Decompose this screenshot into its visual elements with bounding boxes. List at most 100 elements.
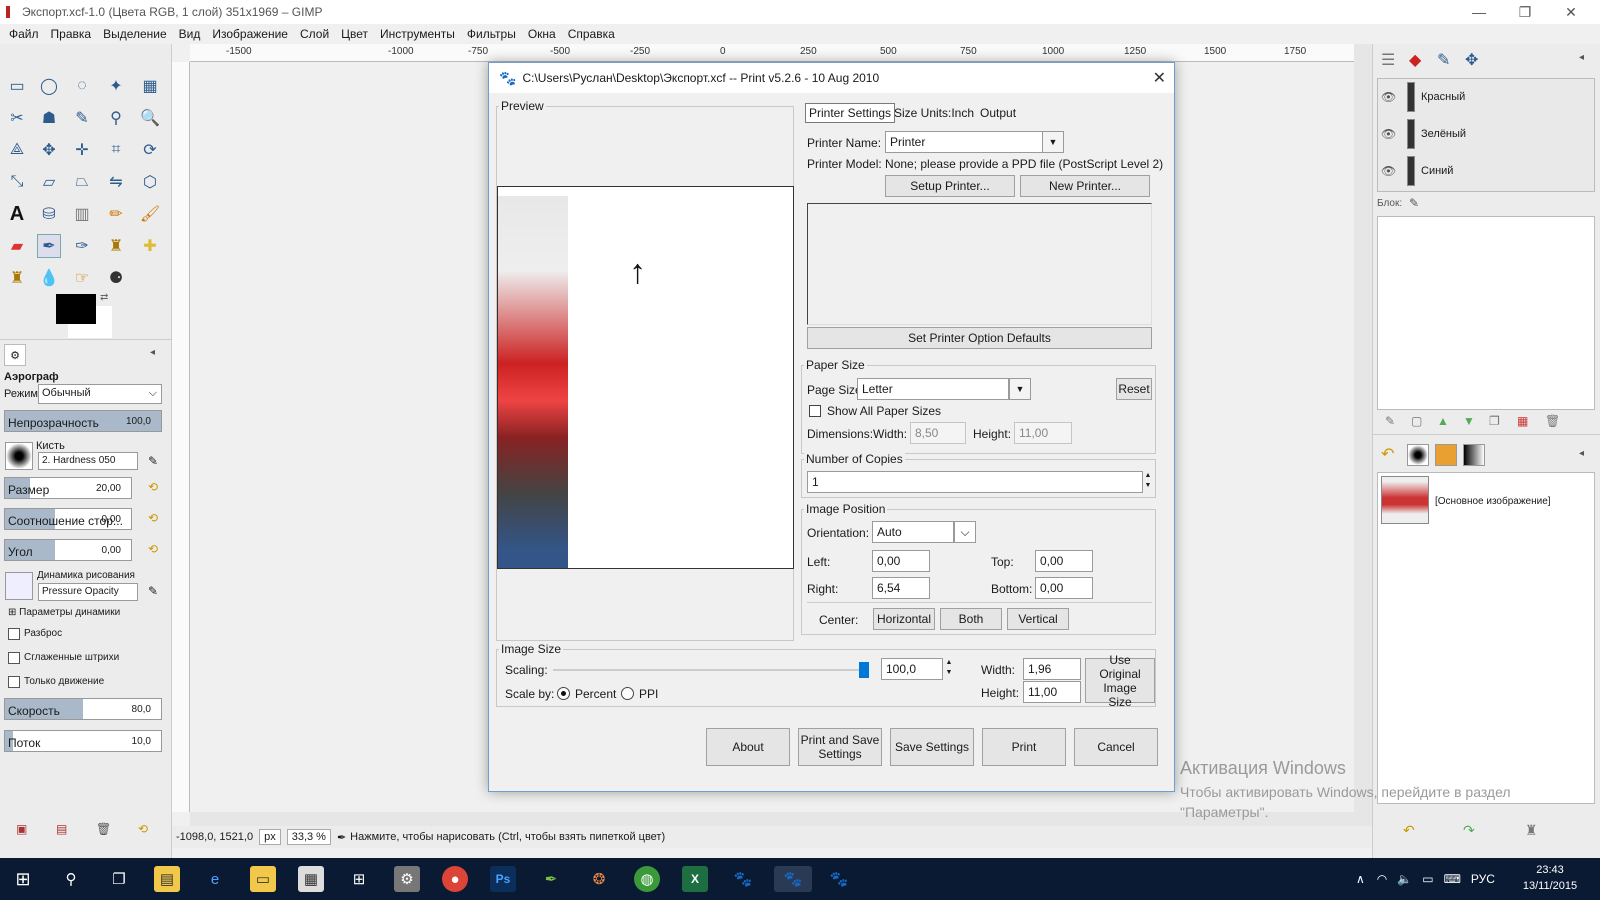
dynamics-field[interactable]: Pressure Opacity: [38, 583, 138, 601]
flow-slider[interactable]: Поток 10,0: [4, 730, 162, 752]
channel-row-blue[interactable]: 👁 Синий: [1381, 154, 1591, 188]
menu-file[interactable]: Файл: [9, 27, 39, 41]
scale-icon[interactable]: ⤡: [5, 170, 29, 194]
right-field[interactable]: 6,54: [872, 577, 930, 599]
scaling-field[interactable]: 100,0: [881, 658, 943, 680]
to-selection-icon[interactable]: ▦: [1517, 414, 1528, 428]
orientation-dropdown-icon[interactable]: ⌵: [954, 521, 976, 543]
undo-tab-icon[interactable]: ✥: [1465, 50, 1478, 70]
perspective-icon[interactable]: ⏢: [70, 170, 94, 194]
calculator-icon[interactable]: ▦: [298, 866, 324, 892]
lock-brush-icon[interactable]: ✎: [1409, 196, 1419, 210]
eye-icon[interactable]: 👁: [1381, 164, 1399, 178]
restore-options-icon[interactable]: ▤: [56, 822, 67, 836]
swap-colors-icon[interactable]: ⇄: [100, 292, 108, 303]
file-explorer-icon[interactable]: ▤: [154, 866, 180, 892]
rect-select-icon[interactable]: ▭: [5, 74, 29, 98]
cancel-button[interactable]: Cancel: [1074, 728, 1158, 766]
eye-icon[interactable]: 👁: [1381, 127, 1399, 141]
page-size-dropdown-icon[interactable]: ▼: [1009, 378, 1031, 400]
menu-filters[interactable]: Фильтры: [467, 27, 516, 41]
img-height-field[interactable]: 11,00: [1023, 681, 1081, 703]
page-size-field[interactable]: Letter: [857, 378, 1009, 400]
picasa-icon[interactable]: ❂: [586, 866, 612, 892]
paintbrush-icon[interactable]: 🖌: [138, 202, 162, 226]
menu-layer[interactable]: Слой: [300, 27, 329, 41]
edit-dynamics-icon[interactable]: ✎: [148, 584, 158, 598]
menu-windows[interactable]: Окна: [528, 27, 556, 41]
scaling-thumb[interactable]: [859, 662, 869, 678]
smudge-icon[interactable]: ☞: [70, 266, 94, 290]
panel-menu-icon[interactable]: ◂: [150, 347, 155, 358]
reset-options-icon[interactable]: ⟲: [138, 822, 148, 836]
save-options-icon[interactable]: ▣: [16, 822, 27, 836]
new-icon[interactable]: ▢: [1411, 414, 1422, 428]
dialog-close-icon[interactable]: ✕: [1153, 68, 1166, 88]
blur-icon[interactable]: 💧: [37, 266, 61, 290]
rate-slider[interactable]: Скорость 80,0: [4, 698, 162, 720]
reset-aspect-icon[interactable]: ⟲: [148, 511, 158, 525]
copies-field[interactable]: 1: [807, 471, 1143, 493]
brush-field[interactable]: 2. Hardness 050: [38, 452, 138, 470]
use-original-size-button[interactable]: Use Original Image Size: [1085, 653, 1155, 709]
unit-select[interactable]: px: [259, 829, 281, 845]
menu-image[interactable]: Изображение: [212, 27, 288, 41]
lower-icon[interactable]: ▼: [1463, 414, 1475, 428]
foreground-select-icon[interactable]: ☗: [37, 106, 61, 130]
motion-only-checkbox[interactable]: [8, 676, 20, 688]
dock-menu-icon-2[interactable]: ◂: [1579, 448, 1584, 459]
clock[interactable]: 23:43 13/11/2015: [1520, 862, 1580, 894]
top-field[interactable]: 0,00: [1035, 550, 1093, 572]
ppi-radio[interactable]: [621, 687, 634, 700]
ink-icon[interactable]: ✑: [70, 234, 94, 258]
zoom-icon[interactable]: 🔍: [138, 106, 162, 130]
scissors-icon[interactable]: ✂: [5, 106, 29, 130]
start-icon[interactable]: ⊞: [10, 866, 36, 892]
copies-spinner-icon[interactable]: ▲ ▼: [1143, 471, 1153, 493]
zoom-select[interactable]: 33,3 %: [286, 829, 331, 845]
printer-dropdown-icon[interactable]: ▼: [1042, 131, 1064, 153]
clone-icon[interactable]: ♜: [104, 234, 128, 258]
heal-icon[interactable]: ✚: [138, 234, 162, 258]
measure-icon[interactable]: ⟁: [5, 138, 29, 162]
set-defaults-button[interactable]: Set Printer Option Defaults: [807, 327, 1152, 349]
new-printer-button[interactable]: New Printer...: [1020, 175, 1150, 197]
layers-tab-icon[interactable]: ☰: [1381, 50, 1395, 70]
photoshop-icon[interactable]: Ps: [490, 866, 516, 892]
smooth-checkbox[interactable]: [8, 652, 20, 664]
width-field[interactable]: 1,96: [1023, 658, 1081, 680]
left-field[interactable]: 0,00: [872, 550, 930, 572]
free-select-icon[interactable]: ◌: [70, 74, 94, 98]
task-view-icon[interactable]: ❐: [106, 866, 132, 892]
reset-angle-icon[interactable]: ⟲: [148, 542, 158, 556]
about-button[interactable]: About: [706, 728, 790, 766]
corel-icon[interactable]: ✒: [538, 866, 564, 892]
delete-options-icon[interactable]: 🗑: [96, 822, 111, 836]
paths-icon[interactable]: ✎: [70, 106, 94, 130]
center-vertical-button[interactable]: Vertical: [1007, 608, 1069, 630]
undo-history-tab-icon[interactable]: ↶: [1381, 444, 1394, 464]
blend-icon[interactable]: ▥: [70, 202, 94, 226]
save-settings-button[interactable]: Save Settings: [890, 728, 974, 766]
foreground-color-swatch[interactable]: [56, 294, 96, 324]
color-picker-icon[interactable]: ⚲: [104, 106, 128, 130]
ellipse-select-icon[interactable]: ◯: [37, 74, 61, 98]
dock-menu-icon[interactable]: ◂: [1579, 52, 1584, 63]
undo-icon[interactable]: ↶: [1403, 822, 1415, 839]
gimp-print-taskbar-icon[interactable]: 🐾: [826, 866, 852, 892]
language-indicator[interactable]: РУС: [1471, 872, 1495, 886]
tab-size-units[interactable]: Size Units:Inch: [891, 103, 977, 123]
menu-select[interactable]: Выделение: [103, 27, 167, 41]
eraser-icon[interactable]: ▰: [5, 234, 29, 258]
mode-select[interactable]: Обычный ⌵: [38, 384, 162, 404]
close-window-button[interactable]: ✕: [1548, 0, 1594, 24]
printer-name-field[interactable]: Printer: [885, 131, 1043, 153]
rotate-icon[interactable]: ⟳: [138, 138, 162, 162]
redo-icon[interactable]: ↷: [1463, 822, 1475, 839]
reset-button[interactable]: Reset: [1116, 378, 1152, 400]
patterns-tab-icon[interactable]: [1435, 444, 1457, 466]
network-icon[interactable]: ◠: [1377, 872, 1387, 886]
edit-icon[interactable]: ✎: [1385, 414, 1395, 428]
opacity-slider[interactable]: Непрозрачность 100,0: [4, 410, 162, 432]
center-both-button[interactable]: Both: [940, 608, 1002, 630]
